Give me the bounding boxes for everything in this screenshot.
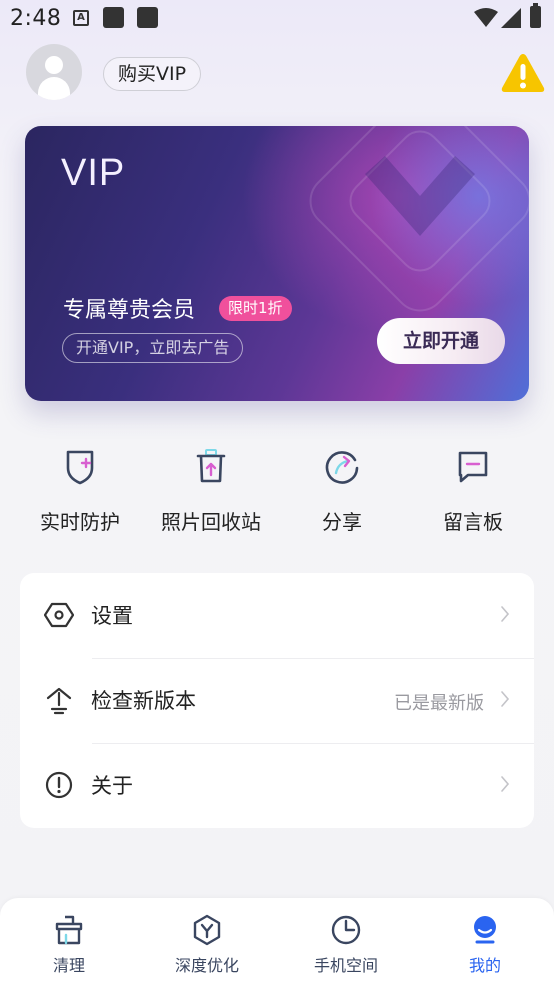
- broom-icon: [55, 915, 83, 945]
- settings-hexagon-icon: [44, 602, 74, 628]
- message-board-icon: [458, 451, 488, 483]
- menu-item-label: 关于: [91, 774, 133, 798]
- signal-icon: [501, 8, 521, 28]
- quick-action-share[interactable]: 分享: [272, 440, 412, 535]
- quick-action-realtime-protection[interactable]: 实时防护: [10, 440, 150, 535]
- status-time: 2:48: [10, 6, 62, 31]
- menu-item-settings[interactable]: 设置: [20, 573, 534, 658]
- nav-tab-mine[interactable]: 我的: [416, 898, 554, 984]
- vip-title: VIP: [61, 152, 126, 194]
- vip-discount-badge: 限时1折: [219, 296, 292, 321]
- battery-icon: [530, 3, 541, 28]
- vip-subtitle: 专属尊贵会员: [63, 298, 196, 323]
- chevron-right-icon: [501, 606, 510, 622]
- menu-item-about[interactable]: 关于: [20, 743, 534, 828]
- avatar[interactable]: [26, 44, 82, 100]
- chevron-right-icon: [501, 776, 510, 792]
- info-exclamation-icon: [45, 771, 73, 799]
- trash-upload-icon: [196, 449, 226, 483]
- activate-vip-button[interactable]: 立即开通: [377, 318, 505, 364]
- wifi-icon: [474, 8, 498, 27]
- notification-a-icon: A: [73, 10, 89, 26]
- version-status: 已是最新版: [394, 693, 484, 714]
- nav-tab-deep-optimize[interactable]: 深度优化: [138, 898, 276, 984]
- buy-vip-button[interactable]: 购买VIP: [103, 57, 202, 91]
- avatar-head: [45, 56, 63, 74]
- hexagon-y-icon: [193, 914, 221, 946]
- vip-card[interactable]: VIP 专属尊贵会员 限时1折 开通VIP，立即去广告 立即开通: [25, 126, 529, 401]
- settings-menu: 设置 检查新版本 已是最新版 关于: [20, 573, 534, 828]
- warning-icon[interactable]: [500, 52, 546, 94]
- bottom-nav: 清理 深度优化 手机空间 我的: [0, 898, 554, 984]
- menu-item-label: 检查新版本: [91, 689, 196, 713]
- nav-label: 我的: [468, 956, 501, 975]
- clock-pie-icon: [331, 915, 361, 945]
- chevron-right-icon: [501, 691, 510, 707]
- quick-action-message-board[interactable]: 留言板: [403, 440, 543, 535]
- quick-action-label: 照片回收站: [161, 510, 261, 534]
- quick-actions: 实时防护 照片回收站 分享 留言板: [0, 440, 554, 540]
- nav-tab-clean[interactable]: 清理: [0, 898, 138, 984]
- profile-icon: [474, 916, 496, 944]
- nav-label: 深度优化: [174, 956, 239, 975]
- quick-action-label: 留言板: [443, 510, 503, 534]
- quick-action-photo-recycle[interactable]: 照片回收站: [141, 440, 281, 535]
- menu-item-label: 设置: [91, 604, 133, 628]
- nav-tab-phone-storage[interactable]: 手机空间: [277, 898, 415, 984]
- notification-square-icon: [103, 7, 124, 28]
- notification-square-icon: [137, 7, 158, 28]
- quick-action-label: 分享: [322, 510, 362, 534]
- vip-description: 开通VIP，立即去广告: [62, 333, 244, 363]
- quick-action-label: 实时防护: [40, 510, 120, 534]
- status-bar: 2:48 A: [0, 0, 554, 38]
- update-upload-icon: [46, 687, 72, 715]
- share-arrow-icon: [325, 451, 359, 484]
- menu-item-check-update[interactable]: 检查新版本 已是最新版: [20, 658, 534, 743]
- vip-chevron-decoration: [309, 126, 529, 312]
- shield-plus-icon: [66, 450, 94, 485]
- avatar-body: [38, 77, 70, 100]
- nav-label: 清理: [52, 956, 85, 975]
- nav-label: 手机空间: [313, 956, 378, 975]
